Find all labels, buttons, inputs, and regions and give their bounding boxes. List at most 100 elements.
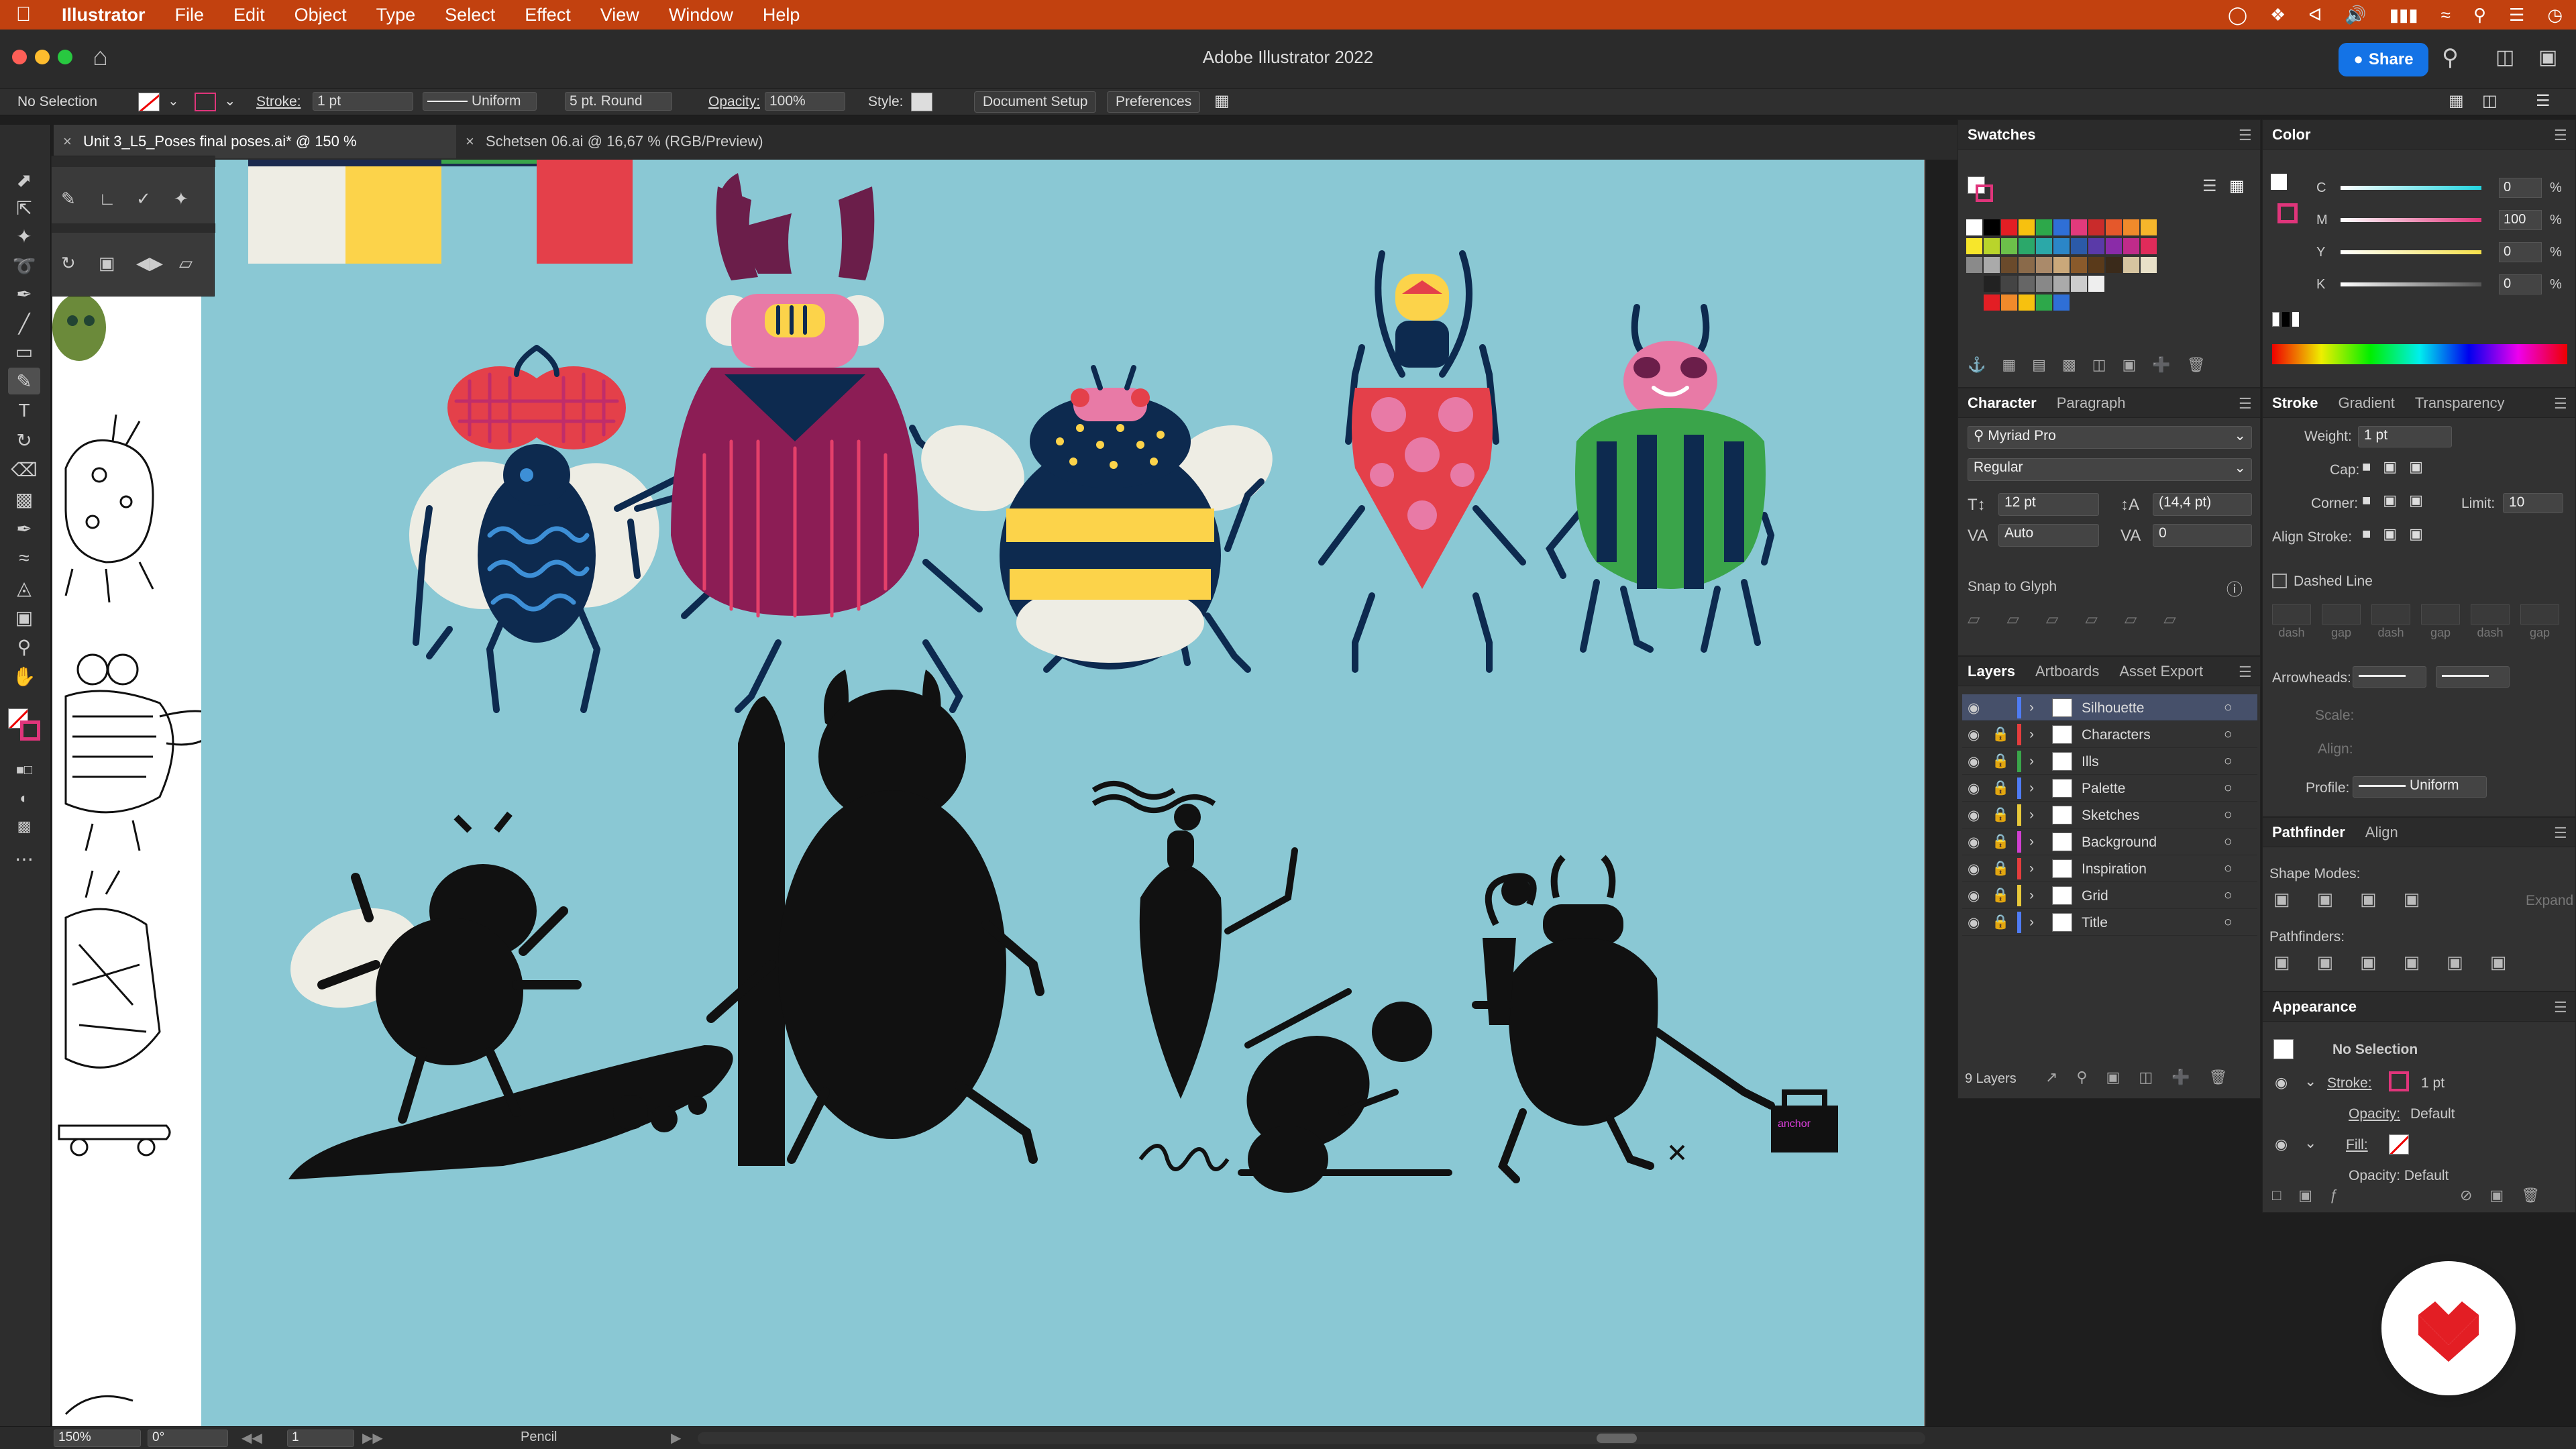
pathfinder-menu-icon[interactable]: ☰ (2554, 824, 2569, 841)
color-swatch[interactable] (2088, 238, 2104, 254)
layer-target-icon[interactable]: ○ (2224, 888, 2233, 904)
start-arrowhead-select[interactable] (2353, 666, 2426, 688)
reflect-icon[interactable]: ◀▶ (136, 253, 163, 274)
opacity-field[interactable]: 100% (765, 92, 845, 111)
layer-row[interactable]: ◉ 🔒 › Title ○ (1962, 909, 2257, 936)
pathfinder-buttons[interactable]: ▣▣▣▣▣▣ (2273, 952, 2533, 973)
brush-definition[interactable]: 5 pt. Round (565, 92, 672, 111)
color-swatch[interactable] (2106, 257, 2122, 273)
stroke-dropdown-icon[interactable]: ⌄ (224, 93, 236, 109)
color-swatch[interactable] (2053, 238, 2070, 254)
creative-cloud-icon[interactable]: ◯ (2228, 5, 2247, 25)
color-swatch[interactable] (1966, 219, 1982, 235)
layer-target-icon[interactable]: ○ (2224, 807, 2233, 823)
tab-align[interactable]: Align (2365, 824, 2398, 841)
color-menu-icon[interactable]: ☰ (2554, 127, 2569, 144)
layer-row[interactable]: ◉ 🔒 › Characters ○ (1962, 721, 2257, 748)
color-title[interactable]: Color (2272, 126, 2310, 144)
tab-layers[interactable]: Layers (1968, 663, 2015, 680)
visibility-eye-icon[interactable]: ◉ (2275, 1074, 2288, 1091)
magic-wand-tool-icon[interactable]: ✦ (8, 223, 40, 250)
artboard-nav-prev-icon[interactable]: ◀◀ (241, 1430, 262, 1446)
color-swatch[interactable] (2123, 238, 2139, 254)
swatches-menu-icon[interactable]: ☰ (2239, 127, 2253, 144)
channel-slider[interactable] (2341, 282, 2481, 286)
share-button[interactable]: ● Share (2339, 43, 2428, 76)
layer-row[interactable]: ◉ 🔒 › Inspiration ○ (1962, 855, 2257, 882)
shape-builder-tool-icon[interactable]: ◬ (8, 574, 40, 601)
visibility-eye-icon[interactable]: ◉ (2275, 1136, 2288, 1153)
fill-none-swatch[interactable] (138, 93, 160, 111)
menu-edit[interactable]: Edit (219, 5, 280, 25)
close-tab-icon[interactable]: × (63, 125, 72, 158)
rectangle-tool-icon[interactable]: ▭ (8, 338, 40, 365)
search-icon[interactable]: ⚲ (2442, 44, 2459, 71)
color-swatch[interactable] (2001, 219, 2017, 235)
stroke-color-icon[interactable] (20, 720, 40, 741)
document-setup-button[interactable]: Document Setup (974, 91, 1097, 113)
appearance-footer-icons[interactable]: □▣ƒ (2272, 1187, 2355, 1204)
lock-icon[interactable]: 🔒 (1992, 861, 2009, 877)
tab-schetsen[interactable]: × Schetsen 06.ai @ 16,67 % (RGB/Preview) (456, 125, 832, 158)
gradient-tool-icon[interactable]: ▩ (8, 486, 40, 513)
control-center-icon[interactable]: ☰ (2509, 5, 2524, 25)
color-swatch[interactable] (2036, 294, 2052, 311)
silhouette-surfing-fly[interactable] (276, 811, 733, 1179)
color-swatch[interactable] (2123, 219, 2139, 235)
visibility-eye-icon[interactable]: ◉ (1968, 780, 1980, 797)
join-tool-icon[interactable]: ✦ (174, 189, 189, 209)
artboard-nav-next-icon[interactable]: ▶▶ (362, 1430, 383, 1446)
fill-stroke-icon[interactable] (1968, 176, 1994, 203)
color-swatch[interactable] (2071, 238, 2087, 254)
scroll-thumb[interactable] (1597, 1434, 1637, 1443)
battery-icon[interactable]: ▮▮▮ (2390, 5, 2418, 25)
apple-icon[interactable]:  (0, 3, 47, 26)
bluetooth-icon[interactable]: ᐊ (2308, 5, 2322, 25)
edit-toolbar-icon[interactable]: ⋯ (8, 845, 40, 872)
dash-gap-fields[interactable]: dash gap dash gap dash gap (2272, 604, 2567, 645)
menu-effect[interactable]: Effect (510, 5, 586, 25)
color-swatch[interactable] (2106, 219, 2122, 235)
color-swatch[interactable] (2053, 294, 2070, 311)
lock-icon[interactable]: 🔒 (1992, 727, 2009, 743)
spotlight-search-icon[interactable]: ⚲ (2473, 5, 2486, 25)
status-menu-icon[interactable]: ▶ (671, 1430, 681, 1446)
quick-colors[interactable] (2272, 312, 2299, 329)
pencil-icon[interactable]: ✎ (61, 189, 76, 209)
visibility-eye-icon[interactable]: ◉ (1968, 834, 1980, 851)
artboard-number-field[interactable]: 1 (287, 1430, 354, 1447)
lock-icon[interactable]: 🔒 (1992, 807, 2009, 823)
color-swatch[interactable] (2088, 219, 2104, 235)
layer-target-icon[interactable]: ○ (2224, 700, 2233, 716)
color-swatch[interactable] (1984, 257, 2000, 273)
horizontal-scrollbar[interactable] (698, 1432, 1925, 1444)
color-swatch[interactable] (2001, 294, 2017, 311)
align-stroke-buttons[interactable]: ■▣▣ (2362, 525, 2435, 543)
color-swatch[interactable] (1984, 219, 2000, 235)
color-swatch[interactable] (2088, 276, 2104, 292)
color-swatch[interactable] (2019, 257, 2035, 273)
expand-layer-icon[interactable]: › (2029, 914, 2034, 930)
color-swatch[interactable] (2071, 257, 2087, 273)
expand-layer-icon[interactable]: › (2029, 700, 2034, 716)
menu-view[interactable]: View (586, 5, 654, 25)
rotation-field[interactable]: 0° (148, 1430, 228, 1447)
corner-buttons[interactable]: ■▣▣ (2362, 492, 2435, 509)
color-swatch[interactable] (2019, 219, 2035, 235)
clock-icon[interactable]: ◷ (2547, 5, 2563, 25)
lock-icon[interactable]: 🔒 (1992, 753, 2009, 769)
tab-transparency[interactable]: Transparency (2415, 394, 2505, 412)
align-options-icon[interactable]: ▦ (1214, 91, 1230, 111)
rotate-icon[interactable]: ↻ (61, 253, 76, 274)
palette-swatch-yellow[interactable] (345, 160, 441, 264)
path-eraser-icon[interactable]: ✓ (136, 189, 151, 209)
shape-mode-buttons[interactable]: ▣▣▣▣ (2273, 889, 2447, 910)
fill-dropdown-icon[interactable]: ⌄ (168, 93, 179, 109)
line-tool-icon[interactable]: ╱ (8, 310, 40, 337)
lock-icon[interactable]: 🔒 (1992, 780, 2009, 796)
scale-icon[interactable]: ▣ (99, 253, 115, 274)
palette-swatch-red[interactable] (537, 160, 633, 264)
thumbnail-view-icon[interactable]: ▦ (2229, 176, 2245, 196)
limit-field[interactable]: 10 (2503, 493, 2563, 513)
stroke-color-swatch[interactable] (195, 93, 216, 111)
